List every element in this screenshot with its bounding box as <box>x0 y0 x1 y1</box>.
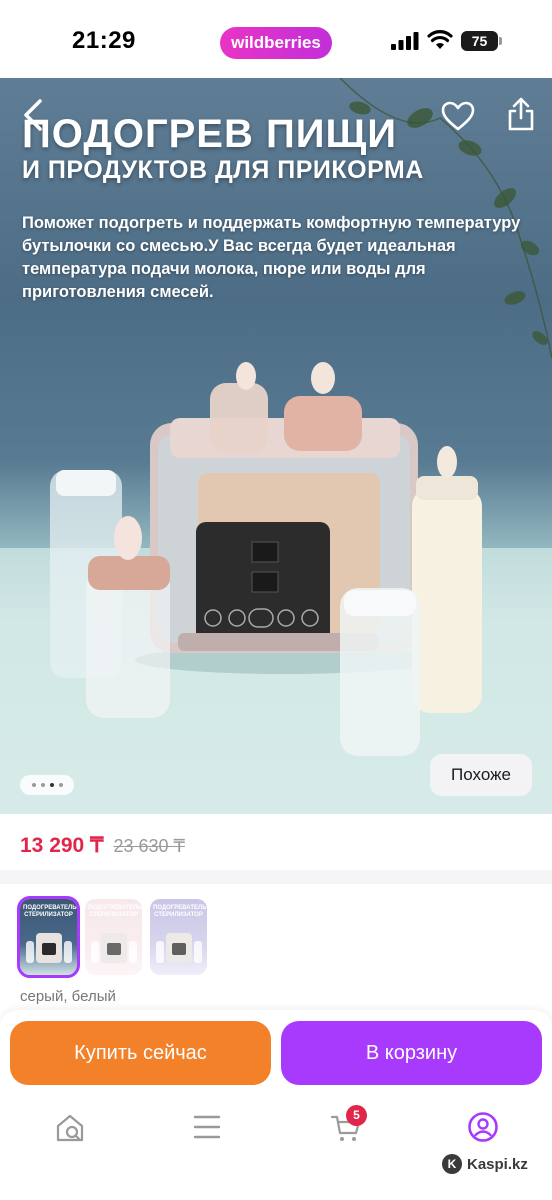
product-photo <box>0 78 552 814</box>
hero-title: ПОДОГРЕВ ПИЩИ <box>22 112 397 156</box>
variant-thumbnail[interactable]: ПОДОГРЕВАТЕЛЬ СТЕРИЛИЗАТОР <box>150 899 207 975</box>
variant-bottle <box>26 941 34 963</box>
wildberries-logo: wildberries <box>220 27 332 59</box>
variant-device <box>36 933 62 963</box>
buy-now-button[interactable]: Купить сейчас <box>10 1021 271 1085</box>
back-icon[interactable] <box>20 98 46 132</box>
old-price: 23 630 ₸ <box>113 836 185 856</box>
carousel-dot-active <box>49 783 54 787</box>
hero-subtitle: И ПРОДУКТОВ ДЛЯ ПРИКОРМА <box>22 156 424 184</box>
variant-device <box>101 933 127 963</box>
catalog-menu-icon[interactable] <box>193 1114 221 1140</box>
variant-thumbnail-selected[interactable]: ПОДОГРЕВАТЕЛЬ СТЕРИЛИЗАТОР <box>17 896 80 978</box>
home-search-icon[interactable] <box>54 1112 86 1144</box>
carousel-dot <box>58 783 63 787</box>
carousel-indicator <box>20 775 74 795</box>
carousel-dot <box>31 783 36 787</box>
profile-icon[interactable] <box>467 1111 499 1143</box>
variant-bottle <box>64 941 72 963</box>
status-time: 21:29 <box>72 27 136 54</box>
kaspi-watermark: K Kaspi.kz <box>442 1154 528 1174</box>
current-price: 13 290 ₸ <box>20 834 104 857</box>
variant-bottle <box>156 941 164 963</box>
variant-bottle <box>129 941 137 963</box>
share-icon[interactable] <box>504 96 538 132</box>
heart-icon[interactable] <box>440 100 476 132</box>
battery-level: 75 <box>461 31 498 51</box>
variant-caption: ПОДОГРЕВАТЕЛЬ СТЕРИЛИЗАТОР <box>88 905 142 918</box>
product-page: 21:29 wildberries 75 ПОДОГРЕВ ПИЩИ И ПРО… <box>0 0 552 1200</box>
price-row: 13 290 ₸ 23 630 ₸ <box>20 833 185 858</box>
status-bar: 21:29 wildberries 75 <box>0 0 552 78</box>
section-divider <box>0 870 552 884</box>
variant-bottle <box>91 941 99 963</box>
kaspi-text: Kaspi.kz <box>467 1155 528 1173</box>
variant-selector: ПОДОГРЕВАТЕЛЬ СТЕРИЛИЗАТОР ПОДОГРЕВАТЕЛЬ… <box>17 896 207 978</box>
color-label: серый, белый <box>20 988 116 1005</box>
battery-icon: 75 <box>461 31 503 51</box>
carousel-dot <box>40 783 45 787</box>
cart-count-badge: 5 <box>346 1105 367 1126</box>
kaspi-logo: K <box>442 1154 462 1174</box>
wifi-icon <box>427 30 453 49</box>
signal-icon <box>391 32 419 50</box>
variant-bottle <box>194 941 202 963</box>
battery-tip <box>499 37 502 45</box>
similar-button[interactable]: Похоже <box>430 754 532 796</box>
variant-device <box>166 933 192 963</box>
product-image-carousel[interactable]: ПОДОГРЕВ ПИЩИ И ПРОДУКТОВ ДЛЯ ПРИКОРМА П… <box>0 78 552 814</box>
variant-thumbnail[interactable]: ПОДОГРЕВАТЕЛЬ СТЕРИЛИЗАТОР <box>85 899 142 975</box>
action-bar: Купить сейчас В корзину <box>0 1010 552 1098</box>
add-to-cart-button[interactable]: В корзину <box>281 1021 542 1085</box>
variant-caption: ПОДОГРЕВАТЕЛЬ СТЕРИЛИЗАТОР <box>23 905 77 918</box>
hero-description: Поможет подогреть и поддержать комфортну… <box>22 214 521 301</box>
bottom-navigation: 5 K Kaspi.kz <box>0 1098 552 1200</box>
variant-caption: ПОДОГРЕВАТЕЛЬ СТЕРИЛИЗАТОР <box>153 905 207 918</box>
